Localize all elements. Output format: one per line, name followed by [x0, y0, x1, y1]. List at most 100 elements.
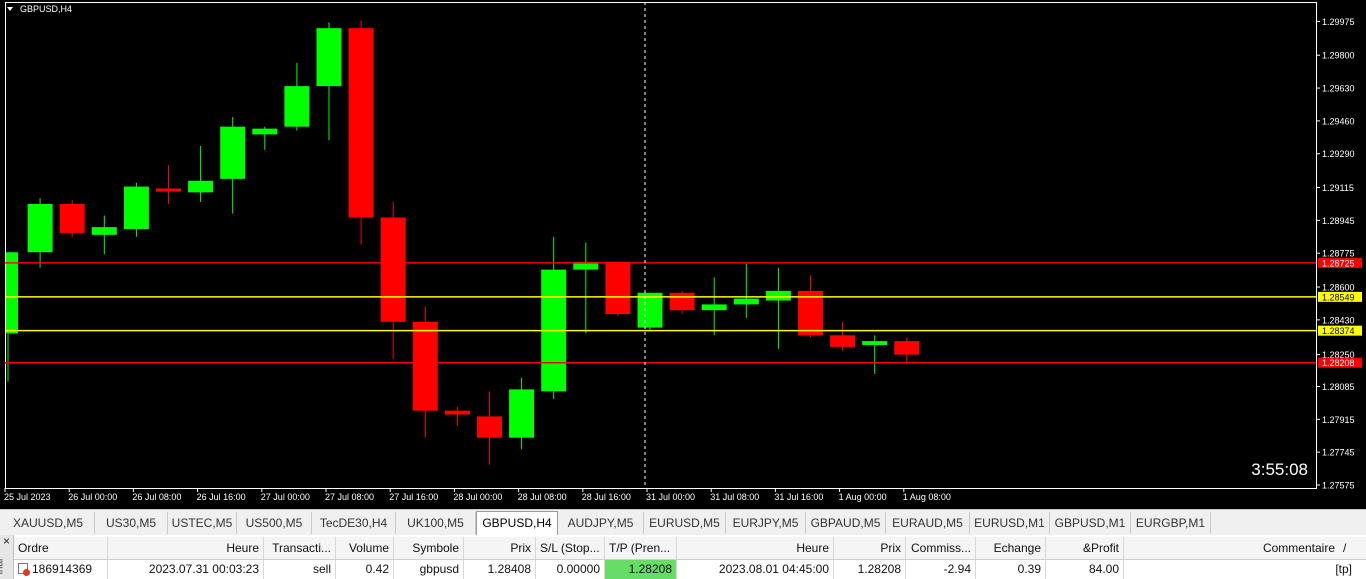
candle: [862, 335, 888, 374]
candle: [123, 182, 149, 237]
col-commission[interactable]: Commiss...: [906, 537, 976, 559]
candle: [27, 198, 53, 268]
col-commentaire[interactable]: Commentaire: [1124, 537, 1339, 559]
symbol-tab-gbpaud-m5[interactable]: GBPAUD,M5: [806, 512, 886, 534]
col-prix[interactable]: Prix: [464, 537, 536, 559]
time-tick-label: 27 Jul 08:00: [325, 492, 374, 502]
candle: [284, 62, 310, 131]
price-tick-label: 1.28775: [1322, 249, 1355, 259]
time-tick-label: 27 Jul 16:00: [389, 492, 438, 502]
col-echange[interactable]: Echange: [976, 537, 1046, 559]
price-tick-label: 1.29115: [1322, 183, 1354, 193]
time-tick-label: 28 Jul 00:00: [453, 492, 502, 502]
candle-body: [637, 292, 663, 328]
candle: [188, 146, 214, 203]
price-tick-label: 1.28600: [1322, 283, 1355, 293]
symbol-tab-us500-m5[interactable]: US500,M5: [237, 512, 312, 534]
symbol-tab-tecde30-h4[interactable]: TecDE30,H4: [312, 512, 396, 534]
symbol-tab-gbpusd-m1[interactable]: GBPUSD,M1: [1050, 512, 1131, 534]
symbol-tabs-bar: XAUUSD,M5 US30,M5 USTEC,M5 US500,M5 TecDE30,…: [0, 509, 1366, 535]
price-tick-label: 1.29460: [1322, 116, 1355, 126]
time-tick-label: 31 Jul 00:00: [646, 492, 695, 502]
candle-countdown: 3:55:08: [1251, 460, 1308, 479]
chart-menu-triangle-icon: [7, 7, 13, 11]
price-label-text: 1.28208: [1322, 358, 1355, 368]
time-tick-label: 26 Jul 08:00: [132, 492, 181, 502]
symbol-tab-eurusd-m5[interactable]: EURUSD,M5: [644, 512, 726, 534]
history-table-header: Ordre Heure Transacti... Volume Symbole …: [14, 537, 1366, 560]
candle: [59, 200, 85, 237]
price-tick-label: 1.28085: [1322, 382, 1355, 392]
price-tick-label: 1.29975: [1322, 17, 1355, 27]
candle-body: [701, 304, 727, 311]
col-transaction[interactable]: Transacti...: [264, 537, 336, 559]
price-tick-label: 1.27575: [1322, 481, 1355, 491]
symbol-tab-eurusd-m1[interactable]: EURUSD,M1: [970, 512, 1050, 534]
cell-transaction: sell: [264, 560, 336, 579]
candle-body: [733, 298, 759, 305]
col-heure[interactable]: Heure: [108, 537, 264, 559]
order-number: 186914369: [32, 562, 93, 576]
price-tick-label: 1.27745: [1322, 448, 1355, 458]
cell-heure: 2023.07.31 00:03:23: [108, 560, 264, 579]
col-heure-close[interactable]: Heure: [677, 537, 834, 559]
price-label-text: 1.28725: [1322, 258, 1355, 268]
col-symbole[interactable]: Symbole: [394, 537, 464, 559]
symbol-tab-euraud-m5[interactable]: EURAUD,M5: [886, 512, 970, 534]
col-prix-close[interactable]: Prix: [834, 537, 906, 559]
candle: [348, 20, 374, 245]
cell-echange: 0.39: [976, 560, 1046, 579]
candle-body: [862, 341, 888, 345]
col-slash: /: [1343, 541, 1347, 555]
candle: [541, 236, 567, 400]
candle: [894, 337, 920, 365]
price-tick-label: 1.28430: [1322, 315, 1355, 325]
cell-prix-close: 1.28208: [834, 560, 906, 579]
chart-title: GBPUSD,H4: [20, 4, 72, 14]
cell-volume: 0.42: [336, 560, 394, 579]
price-tick-label: 1.28945: [1322, 216, 1355, 226]
time-tick-label: 1 Aug 08:00: [903, 492, 951, 502]
candle: [733, 263, 759, 318]
candle-body: [59, 203, 85, 233]
candle-body: [380, 217, 406, 322]
history-table-row[interactable]: 186914369 2023.07.31 00:03:23 sell 0.42 …: [14, 560, 1366, 579]
price-tick-label: 1.29290: [1322, 149, 1355, 159]
close-icon[interactable]: ×: [3, 534, 10, 548]
candle-body: [188, 180, 214, 193]
symbol-tab-audjpy-m5[interactable]: AUDJPY,M5: [558, 512, 644, 534]
col-ordre[interactable]: Ordre: [14, 537, 108, 559]
candle: [830, 321, 856, 351]
symbol-tab-xauusd-m5[interactable]: XAUUSD,M5: [2, 512, 95, 534]
col-sl[interactable]: S/L (Stop...: [536, 537, 605, 559]
col-volume[interactable]: Volume: [336, 537, 394, 559]
time-tick-label: 31 Jul 16:00: [774, 492, 823, 502]
price-tick-label: 1.27915: [1322, 415, 1355, 425]
price-chart[interactable]: GBPUSD,H4 1.29975 1.29800 1.29630 1.29460 1.2…: [0, 0, 1366, 509]
symbol-tab-us30-m5[interactable]: US30,M5: [95, 512, 168, 534]
col-profit[interactable]: &Profit: [1046, 537, 1124, 559]
symbol-tab-ustec-m5[interactable]: USTEC,M5: [168, 512, 237, 534]
cell-profit: 84.00: [1046, 560, 1124, 579]
symbol-tab-eurgbp-m1[interactable]: EURGBP,M1: [1131, 512, 1211, 534]
sell-order-icon: [18, 563, 30, 576]
terminal-side-strip: × inal: [0, 534, 14, 579]
price-tick-label: 1.29800: [1322, 51, 1355, 61]
candle: [252, 126, 278, 150]
symbol-tab-uk100-m5[interactable]: UK100,M5: [396, 512, 476, 534]
candle-body: [477, 416, 502, 438]
col-tp[interactable]: T/P (Pren...: [605, 537, 677, 559]
candle: [316, 22, 342, 141]
candle-body: [27, 203, 53, 253]
chart-window[interactable]: GBPUSD,H4 1.29975 1.29800 1.29630 1.29460 1.2…: [0, 0, 1366, 509]
candle-body: [220, 126, 246, 179]
symbol-tab-eurjpy-m5[interactable]: EURJPY,M5: [726, 512, 806, 534]
terminal-panel: × inal Ordre Heure Transacti... Volume S…: [0, 534, 1366, 579]
candle-body: [765, 290, 791, 301]
price-label-text: 1.28374: [1322, 326, 1355, 336]
candle-body: [509, 389, 535, 438]
symbol-tab-gbpusd-h4[interactable]: GBPUSD,H4: [476, 511, 558, 535]
candle: [637, 292, 663, 332]
cell-symbole: gbpusd: [394, 560, 464, 579]
price-label-text: 1.28549: [1322, 292, 1355, 302]
